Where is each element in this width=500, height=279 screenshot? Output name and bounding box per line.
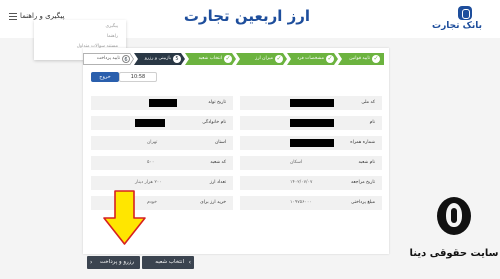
- back-to-branch-button[interactable]: انتخاب شعبه ›: [142, 256, 194, 269]
- watermark-text: سایت حقوقی دینا: [409, 248, 499, 259]
- field-payment-amount: مبلغ پرداختی ۱۰۹۷۵۶۰۰۰: [240, 196, 382, 210]
- step-label: انتخاب شعبه: [198, 56, 222, 61]
- menu-item-tracking[interactable]: پیگیری: [106, 24, 118, 29]
- chevron-left-icon: ‹: [90, 259, 93, 266]
- field-mobile: شماره همراه: [240, 136, 382, 150]
- field-label: شماره همراه: [350, 140, 375, 145]
- field-label: کد ملی: [361, 100, 375, 105]
- field-label: مبلغ پرداختی: [351, 200, 375, 205]
- field-label: نام: [369, 120, 375, 125]
- field-first-name: نام: [240, 116, 382, 130]
- field-branch-name: نام شعبه اسکان: [240, 156, 382, 170]
- field-value: تهران: [147, 140, 158, 145]
- field-value: خودم: [147, 200, 157, 205]
- field-last-name: نام خانوادگی: [91, 116, 233, 130]
- step-label: بازبینی و رزرو: [144, 56, 171, 61]
- hamburger-icon[interactable]: [9, 13, 17, 20]
- bank-logo[interactable]: بانک تجارت: [432, 6, 482, 34]
- check-icon: ✓: [326, 55, 334, 63]
- redacted-value: [290, 139, 334, 147]
- field-value: اسکان: [290, 160, 303, 165]
- tracking-guide-link[interactable]: پیگیری و راهنما: [20, 12, 65, 20]
- field-value: ۱۰۹۷۵۶۰۰۰: [290, 200, 312, 205]
- bank-name: بانک تجارت: [432, 21, 482, 31]
- step-currency-amount: ✓ میزان ارز: [236, 53, 287, 65]
- field-value: ۱۴۰۲/۰۷/۰۷: [290, 180, 313, 185]
- step-payment-confirm: 6 تایید پرداخت: [83, 53, 134, 65]
- redacted-value: [149, 99, 177, 107]
- step-branch: ✓ انتخاب شعبه: [185, 53, 236, 65]
- step-personal-info: ✓ مشخصات فرد: [287, 53, 338, 65]
- field-currency-count: تعداد ارز ۲۰۰ هزار دینار: [91, 176, 233, 190]
- redacted-value: [290, 99, 334, 107]
- menu-item-guide[interactable]: راهنما: [107, 34, 118, 39]
- down-arrow-icon: [103, 190, 146, 245]
- step-rules: ✓ تایید قوانین: [338, 53, 384, 65]
- reserve-and-pay-button[interactable]: رزرو و پرداخت ‹: [87, 256, 140, 269]
- field-province: استان تهران: [91, 136, 233, 150]
- step-label: میزان ارز: [255, 56, 273, 61]
- site-logo-icon: [437, 197, 471, 235]
- field-value: ۲۰۰ هزار دینار: [135, 180, 162, 185]
- field-label: نام شعبه: [358, 160, 375, 165]
- check-icon: ✓: [275, 55, 283, 63]
- step-number: 5: [173, 55, 181, 63]
- field-label: کد شعبه: [210, 160, 226, 165]
- field-branch-code: کد شعبه ۵۰۰: [91, 156, 233, 170]
- redacted-value: [290, 119, 334, 127]
- app-title: ارز اربعین تجارت: [183, 7, 310, 25]
- field-label: تعداد ارز: [209, 180, 226, 185]
- bank-logo-icon: [458, 6, 472, 20]
- exit-button[interactable]: خروج: [91, 72, 119, 82]
- site-watermark: سایت حقوقی دینا: [408, 187, 500, 279]
- submit-button-label: رزرو و پرداخت: [99, 259, 134, 265]
- field-label: خرید ارز برای: [200, 200, 226, 205]
- step-label: تایید قوانین: [349, 56, 370, 61]
- back-button-label: انتخاب شعبه: [155, 259, 184, 265]
- field-label: استان: [214, 140, 226, 145]
- step-review-reserve: 5 بازبینی و رزرو: [134, 53, 185, 65]
- field-value: ۵۰۰: [147, 160, 155, 165]
- field-birth-date: تاریخ تولد: [91, 96, 233, 110]
- field-label: نام خانوادگی: [202, 120, 226, 125]
- step-number: 6: [122, 55, 130, 63]
- redacted-value: [135, 119, 165, 127]
- step-label: مشخصات فرد: [297, 56, 324, 61]
- chevron-right-icon: ›: [188, 259, 191, 266]
- session-timer: 10:58: [119, 72, 157, 82]
- field-label: تاریخ تولد: [208, 100, 226, 105]
- check-icon: ✓: [224, 55, 232, 63]
- field-visit-date: تاریخ مراجعه ۱۴۰۲/۰۷/۰۷: [240, 176, 382, 190]
- step-label: تایید پرداخت: [96, 56, 120, 61]
- field-label: تاریخ مراجعه: [351, 180, 375, 185]
- field-national-id: کد ملی: [240, 96, 382, 110]
- check-icon: ✓: [372, 55, 380, 63]
